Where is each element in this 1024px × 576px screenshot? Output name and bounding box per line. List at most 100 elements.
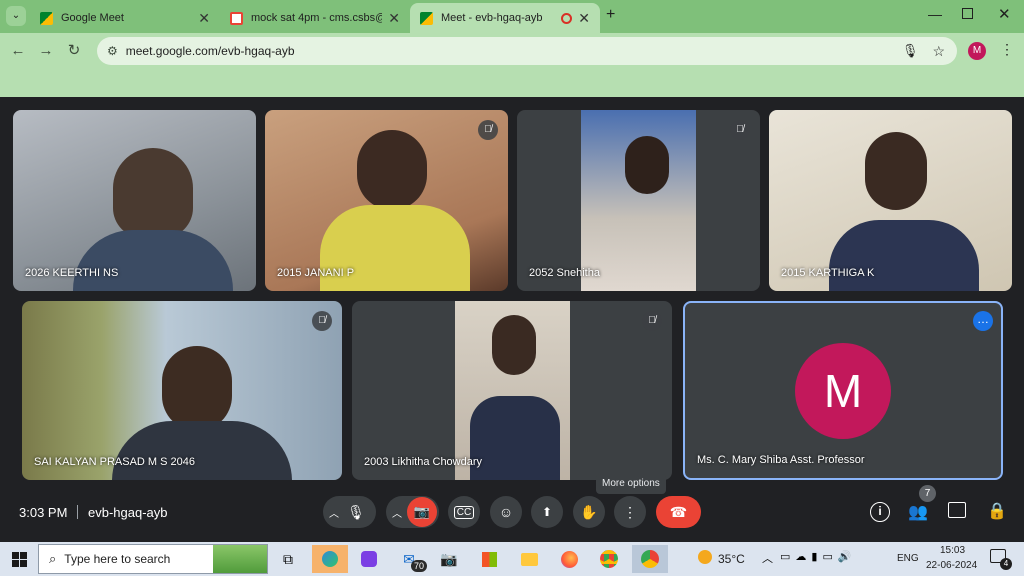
camera-app-icon[interactable]: 📷 bbox=[434, 545, 464, 573]
close-tab-icon[interactable]: ✕ bbox=[578, 10, 590, 27]
raise-hand-button[interactable]: ✋ bbox=[573, 496, 605, 528]
tab-meet-active[interactable]: Meet - evb-hgaq-ayb ✕ bbox=[410, 3, 600, 33]
audio-settings-button[interactable]: ︿ 🎙 bbox=[323, 496, 376, 528]
windows-taskbar: ⌕ Type here to search ⧉ ✉ 70 📷 35°C ︿ ▭☁… bbox=[0, 542, 1024, 576]
captions-icon: CC bbox=[453, 505, 475, 519]
file-explorer-icon[interactable] bbox=[514, 545, 544, 573]
participant-tile[interactable]: 🎙̸ 2003 Likhitha Chowdary bbox=[352, 301, 672, 480]
emoji-icon: ☺ bbox=[498, 504, 514, 520]
windows-start-icon[interactable] bbox=[4, 545, 34, 573]
tooltip: More options bbox=[596, 474, 666, 494]
browser-menu-icon[interactable]: ⋮ bbox=[1000, 41, 1014, 58]
search-highlight-icon bbox=[213, 545, 267, 573]
tray-icons[interactable]: ▭☁▮▭🔊 bbox=[780, 550, 857, 563]
weather-icon[interactable] bbox=[698, 550, 712, 564]
participant-name: 2015 KARTHIGA K bbox=[781, 267, 875, 279]
firefox-icon[interactable] bbox=[554, 545, 584, 573]
participant-video bbox=[113, 148, 193, 238]
search-placeholder: Type here to search bbox=[64, 552, 171, 566]
leave-call-button[interactable]: ☎ bbox=[656, 496, 701, 528]
meeting-code: evb-hgaq-ayb bbox=[88, 505, 168, 520]
new-tab-button[interactable]: + bbox=[606, 6, 615, 24]
tab-google-meet[interactable]: Google Meet ✕ bbox=[30, 3, 220, 33]
microphone-icon: 🎙 bbox=[342, 498, 370, 526]
host-controls-icon[interactable]: 🔒 bbox=[987, 501, 1007, 521]
reload-button[interactable]: ↻ bbox=[64, 41, 84, 61]
participant-video bbox=[73, 230, 233, 291]
chrome-icon[interactable] bbox=[594, 545, 624, 573]
minimize-button[interactable]: — bbox=[928, 6, 942, 22]
microphone-icon[interactable]: 🎙 bbox=[902, 43, 919, 59]
tab-gmail[interactable]: mock sat 4pm - cms.csbs@rmk ✕ bbox=[220, 3, 410, 33]
camera-off-icon: 📷 bbox=[407, 497, 437, 527]
participant-video bbox=[162, 346, 232, 431]
mic-off-icon: 🎙̸ bbox=[478, 120, 498, 140]
url-text: meet.google.com/evb-hgaq-ayb bbox=[125, 44, 295, 58]
restore-button[interactable] bbox=[962, 8, 973, 19]
participant-name: SAI KALYAN PRASAD M S 2046 bbox=[34, 456, 195, 468]
present-button[interactable]: ⬆ bbox=[531, 496, 563, 528]
participant-video bbox=[625, 136, 669, 194]
chrome-profile-icon[interactable] bbox=[632, 545, 668, 573]
participant-video bbox=[492, 315, 536, 375]
close-tab-icon[interactable]: ✕ bbox=[198, 10, 210, 27]
tab-search-button[interactable]: ⌄ bbox=[6, 6, 26, 26]
chevron-up-icon: ︿ bbox=[392, 508, 402, 520]
search-icon: ⌕ bbox=[49, 551, 57, 566]
notification-count: 4 bbox=[1000, 558, 1012, 570]
profile-avatar[interactable]: M bbox=[968, 42, 986, 60]
recording-icon bbox=[561, 12, 573, 24]
close-tab-icon[interactable]: ✕ bbox=[388, 10, 400, 27]
bookmark-star-icon[interactable]: ☆ bbox=[932, 43, 945, 60]
store-icon[interactable] bbox=[474, 545, 504, 573]
participant-video bbox=[470, 396, 560, 480]
participant-tile[interactable]: 🎙̸ SAI KALYAN PRASAD M S 2046 bbox=[22, 301, 342, 480]
more-options-icon[interactable]: … bbox=[973, 311, 993, 331]
participant-tile-active[interactable]: … M Ms. C. Mary Shiba Asst. Professor bbox=[683, 301, 1003, 480]
task-view-icon[interactable]: ⧉ bbox=[273, 545, 303, 573]
more-options-button[interactable]: ⋮ bbox=[614, 496, 646, 528]
back-button[interactable]: ← bbox=[8, 41, 28, 61]
site-info-icon[interactable]: ⚙ bbox=[107, 44, 118, 58]
participant-tile[interactable]: 2015 KARTHIGA K bbox=[769, 110, 1012, 291]
meet-main: 2026 KEERTHI NS 🎙̸ 2015 JANANI P 🎙̸ 2052… bbox=[0, 97, 1024, 542]
chat-icon[interactable] bbox=[948, 502, 966, 518]
participant-tile[interactable]: 2026 KEERTHI NS bbox=[13, 110, 256, 291]
people-count-badge: 7 bbox=[919, 485, 936, 502]
meet-icon bbox=[420, 11, 433, 25]
edge-icon[interactable] bbox=[312, 545, 348, 573]
taskbar-search[interactable]: ⌕ Type here to search bbox=[38, 544, 268, 574]
reactions-button[interactable]: ☺ bbox=[490, 496, 522, 528]
mic-off-icon: 🎙̸ bbox=[730, 120, 750, 140]
more-vert-icon: ⋮ bbox=[623, 503, 637, 520]
close-window-button[interactable]: ✕ bbox=[998, 5, 1011, 23]
video-settings-button[interactable]: ︿ 📷 bbox=[386, 496, 439, 528]
participant-tile[interactable]: 🎙̸ 2052 Snehitha bbox=[517, 110, 760, 291]
people-icon[interactable]: 👥 bbox=[908, 502, 928, 522]
browser-toolbar: ← → ↻ ⚙ meet.google.com/evb-hgaq-ayb 🎙 ☆… bbox=[0, 33, 1024, 97]
temperature[interactable]: 35°C bbox=[718, 552, 745, 566]
participant-name: 2052 Snehitha bbox=[529, 267, 600, 279]
meet-icon bbox=[40, 11, 53, 25]
participant-name: 2003 Likhitha Chowdary bbox=[364, 456, 483, 468]
mic-off-icon: 🎙̸ bbox=[312, 311, 332, 331]
captions-button[interactable]: CC bbox=[448, 496, 480, 528]
clock-time[interactable]: 15:03 bbox=[940, 545, 965, 556]
tray-chevron-icon[interactable]: ︿ bbox=[762, 550, 773, 566]
meeting-time: 3:03 PM bbox=[19, 505, 68, 520]
app-icon[interactable] bbox=[354, 545, 384, 573]
forward-button[interactable]: → bbox=[36, 41, 56, 61]
participant-video bbox=[829, 220, 979, 291]
language-indicator[interactable]: ENG bbox=[897, 553, 919, 564]
divider bbox=[77, 505, 78, 519]
participant-video bbox=[357, 130, 427, 210]
participant-name: 2015 JANANI P bbox=[277, 267, 355, 279]
participant-avatar: M bbox=[795, 343, 891, 439]
address-bar[interactable]: ⚙ meet.google.com/evb-hgaq-ayb 🎙 ☆ bbox=[97, 37, 957, 65]
hand-icon: ✋ bbox=[580, 503, 598, 520]
meeting-details-icon[interactable]: i bbox=[870, 502, 890, 522]
clock-date[interactable]: 22-06-2024 bbox=[926, 560, 977, 571]
participant-video bbox=[112, 421, 292, 480]
participant-name: 2026 KEERTHI NS bbox=[25, 267, 119, 279]
participant-tile[interactable]: 🎙̸ 2015 JANANI P bbox=[265, 110, 508, 291]
